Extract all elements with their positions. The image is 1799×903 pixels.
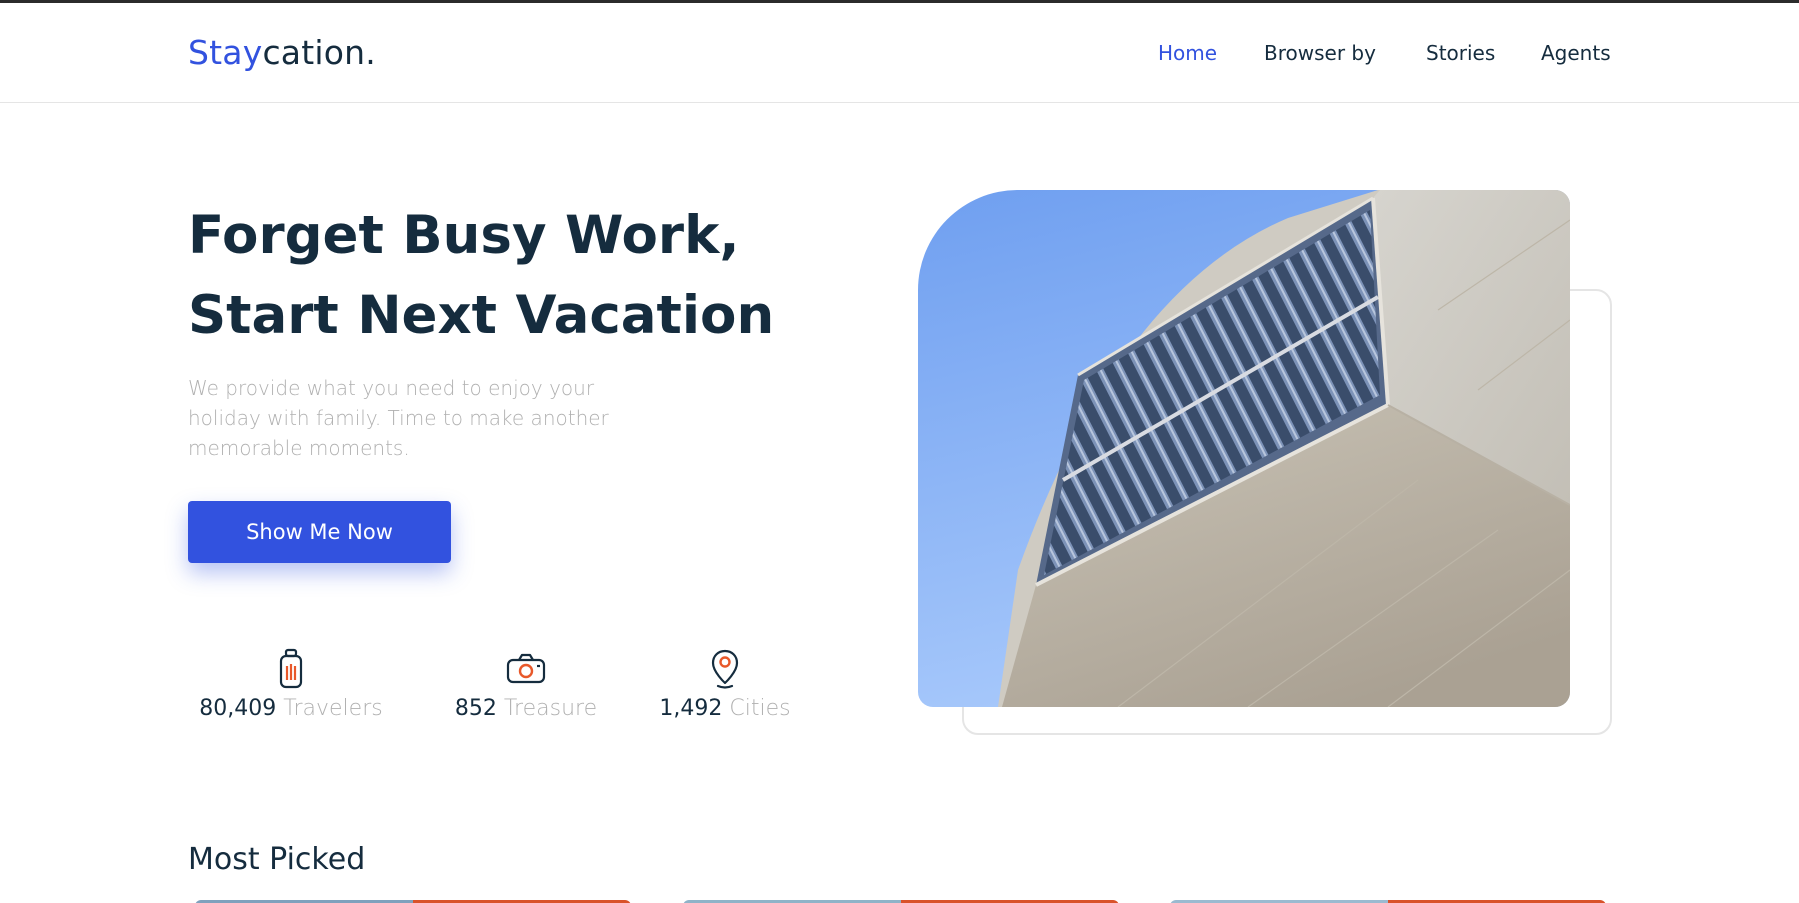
stat-treasure: 852 Treasure (446, 648, 606, 721)
camera-icon (506, 653, 546, 684)
stat-travelers: 80,409 Travelers (194, 648, 388, 721)
show-me-now-button[interactable]: Show Me Now (188, 501, 451, 563)
hero-title-line-2: Start Next Vacation (188, 285, 775, 346)
stat-cities: 1,492 Cities (655, 648, 795, 721)
stat-cities-value: 1,492 (659, 696, 723, 721)
main-nav: Home Browser by Stories Agents (0, 41, 1799, 71)
hero-description: We provide what you need to enjoy your h… (188, 376, 609, 460)
suitcase-icon (279, 648, 303, 689)
stat-travelers-label: Travelers (283, 696, 383, 721)
nav-agents[interactable]: Agents (1541, 41, 1611, 65)
nav-home[interactable]: Home (1158, 41, 1217, 65)
stat-travelers-value: 80,409 (199, 696, 277, 721)
nav-browse-by[interactable]: Browser by (1264, 41, 1376, 65)
hero-title-line-1: Forget Busy Work, (188, 205, 740, 266)
map-pin-icon (711, 649, 739, 689)
stat-cities-label: Cities (729, 696, 791, 721)
nav-stories[interactable]: Stories (1426, 41, 1495, 65)
most-picked-heading: Most Picked (188, 842, 366, 877)
hero-image (918, 190, 1570, 707)
hero-title: Forget Busy Work, Start Next Vacation (188, 196, 774, 356)
site-header: Staycation. Home Browser by Stories Agen… (0, 3, 1799, 103)
stat-treasure-value: 852 (454, 696, 497, 721)
stat-treasure-label: Treasure (503, 696, 598, 721)
